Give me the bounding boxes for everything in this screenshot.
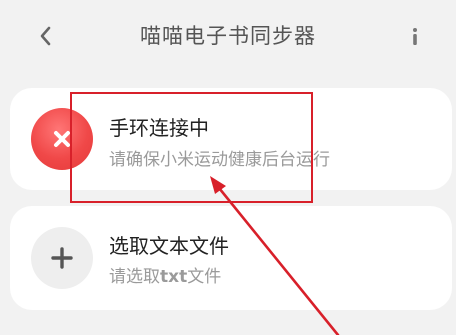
bracelet-connection-card[interactable]: 手环连接中 请确保小米运动健康后台运行 [10, 88, 452, 190]
select-text-file-card[interactable]: 选取文本文件 请选取txt文件 [10, 206, 452, 310]
connection-status-hint: 请确保小米运动健康后台运行 [109, 150, 330, 170]
select-file-hint-prefix: 请选取 [109, 267, 160, 287]
connection-status-indicator [31, 108, 93, 170]
select-file-hint-extension: txt [160, 267, 188, 287]
select-file-hint: 请选取txt文件 [109, 262, 221, 287]
connection-status-title: 手环连接中 [109, 116, 209, 140]
select-file-hint-suffix: 文件 [187, 267, 222, 287]
select-file-title: 选取文本文件 [109, 234, 229, 258]
add-file-button[interactable] [31, 227, 93, 289]
close-icon [54, 131, 70, 147]
page-title: 喵喵电子书同步器 [140, 24, 316, 48]
more-vertical-icon [413, 28, 417, 45]
plus-icon [51, 247, 73, 269]
more-button[interactable] [402, 22, 428, 50]
header-bar: 喵喵电子书同步器 [0, 0, 456, 74]
